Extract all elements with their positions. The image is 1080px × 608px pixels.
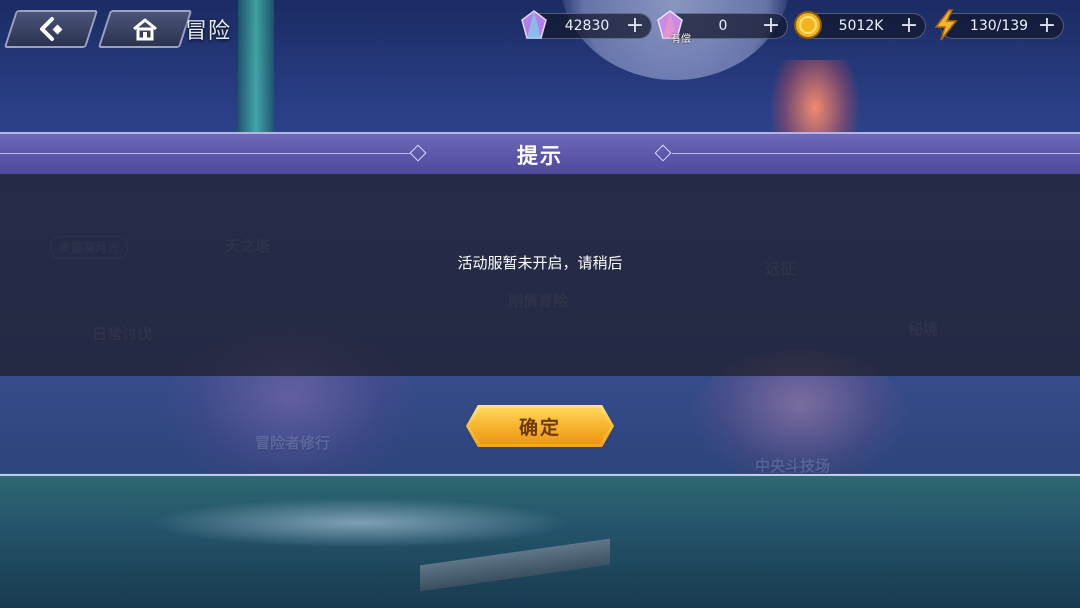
add-crystal-button[interactable]: + <box>625 15 645 37</box>
crystal-icon <box>521 10 547 39</box>
lightning-icon <box>934 9 958 41</box>
resource-crystal: 42830 + <box>521 10 652 39</box>
dialog-body: 活动服暂未开启，请稍后 <box>0 174 1080 376</box>
add-gold-button[interactable]: + <box>899 15 919 37</box>
resource-paid-crystal: 有偿 0 + <box>657 10 788 45</box>
gold-coin-icon <box>794 11 822 39</box>
home-icon <box>133 18 157 41</box>
back-arrow-icon <box>40 17 63 41</box>
dialog-title: 提示 <box>517 144 563 168</box>
crystal-pillar <box>238 0 274 135</box>
bridge <box>420 538 610 592</box>
crystal-value: 42830 <box>564 18 610 34</box>
stamina-value: 130/139 <box>969 18 1029 34</box>
back-button[interactable] <box>3 10 99 48</box>
confirm-button[interactable]: 确定 <box>466 405 614 447</box>
add-paid-crystal-button[interactable]: + <box>761 15 781 37</box>
paid-tag: 有偿 <box>671 34 691 45</box>
river <box>150 498 570 548</box>
paid-crystal-value: 0 <box>718 18 728 34</box>
dialog-message: 活动服暂未开启，请稍后 <box>457 254 623 272</box>
gold-value: 5012K <box>838 18 884 34</box>
add-stamina-button[interactable]: + <box>1037 15 1057 37</box>
dialog-header: 提示 <box>0 132 1080 174</box>
confirm-button-label: 确定 <box>518 416 561 439</box>
resource-gold: 5012K + <box>794 11 926 39</box>
land-area <box>0 473 1080 608</box>
home-button[interactable] <box>97 10 193 48</box>
resource-stamina: 130/139 + <box>934 9 1064 41</box>
page-title: 冒险 <box>185 19 232 44</box>
